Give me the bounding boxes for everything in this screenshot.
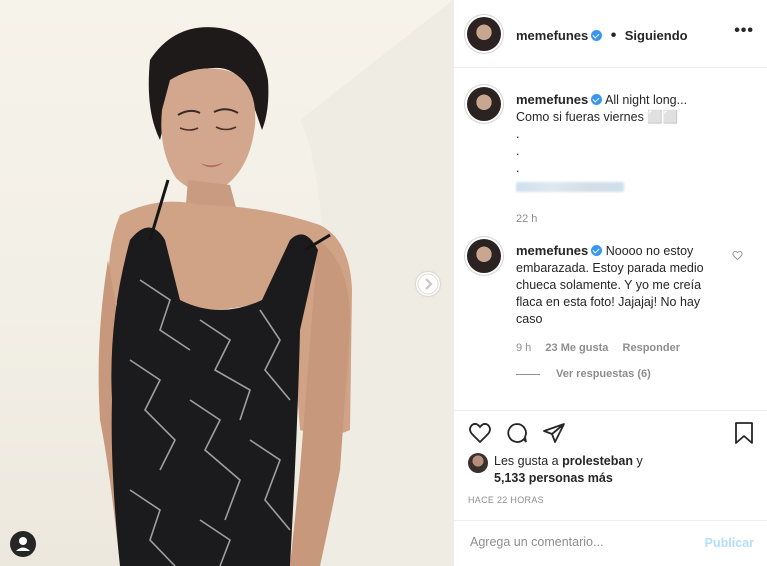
liked-by-user[interactable]: prolesteban (562, 454, 633, 468)
comment-time: 9 h (516, 342, 532, 354)
header-username[interactable]: memefunes (516, 28, 588, 43)
verified-icon (591, 30, 603, 41)
publish-button[interactable]: Publicar (705, 536, 754, 550)
verified-icon (591, 245, 603, 256)
action-bar (454, 410, 767, 454)
comment-input[interactable] (468, 534, 692, 550)
blurred-hashtags (516, 179, 751, 197)
comment-username[interactable]: memefunes (516, 243, 588, 258)
heart-small-icon[interactable] (732, 250, 743, 261)
bookmark-icon[interactable] (734, 421, 754, 445)
comment: memefunes Noooo no estoy embarazada. Est… (516, 242, 726, 380)
likes-count[interactable]: 5,133 personas más (494, 471, 613, 485)
caption-line: . (516, 144, 520, 158)
caption-line: Como si fueras viernes ⬜⬜ (516, 110, 679, 124)
caption-line: . (516, 161, 520, 175)
user-tag-icon (16, 537, 30, 551)
follow-status-button[interactable]: Siguiendo (625, 28, 688, 43)
comment-icon[interactable] (505, 421, 529, 445)
next-photo-button[interactable] (416, 272, 440, 296)
share-icon[interactable] (542, 421, 566, 445)
post-photo[interactable] (0, 0, 453, 566)
avatar[interactable] (467, 17, 501, 51)
caption-avatar[interactable] (467, 87, 501, 121)
caption-line: All night long... (605, 93, 688, 107)
liker-avatar[interactable] (468, 453, 488, 473)
reply-button[interactable]: Responder (623, 342, 680, 354)
caption-username[interactable]: memefunes (516, 92, 588, 107)
photo-illustration (98, 0, 453, 566)
post-date: HACE 22 HORAS (468, 495, 544, 505)
verified-icon (591, 94, 603, 105)
likes-section: Les gusta a prolesteban y 5,133 personas… (468, 453, 758, 505)
caption-line: . (516, 127, 520, 141)
post-side-panel: memefunes • Siguiendo ••• memefunes All … (453, 0, 767, 566)
heart-icon[interactable] (468, 421, 492, 445)
comment-avatar[interactable] (467, 239, 501, 273)
comment-likes[interactable]: 23 Me gusta (545, 342, 608, 354)
post-header: memefunes • Siguiendo ••• (454, 0, 767, 68)
more-options-button[interactable]: ••• (734, 22, 754, 40)
view-replies-button[interactable]: Ver respuestas (6) (556, 368, 651, 380)
caption: memefunes All night long... Como si fuer… (516, 91, 751, 225)
user-tag-button[interactable] (10, 531, 36, 557)
add-comment-bar: Publicar (454, 520, 767, 566)
liked-by-prefix: Les gusta a (494, 454, 559, 468)
liked-by-connector: y (636, 454, 643, 468)
caption-time: 22 h (516, 213, 538, 225)
chevron-right-icon (417, 273, 439, 295)
